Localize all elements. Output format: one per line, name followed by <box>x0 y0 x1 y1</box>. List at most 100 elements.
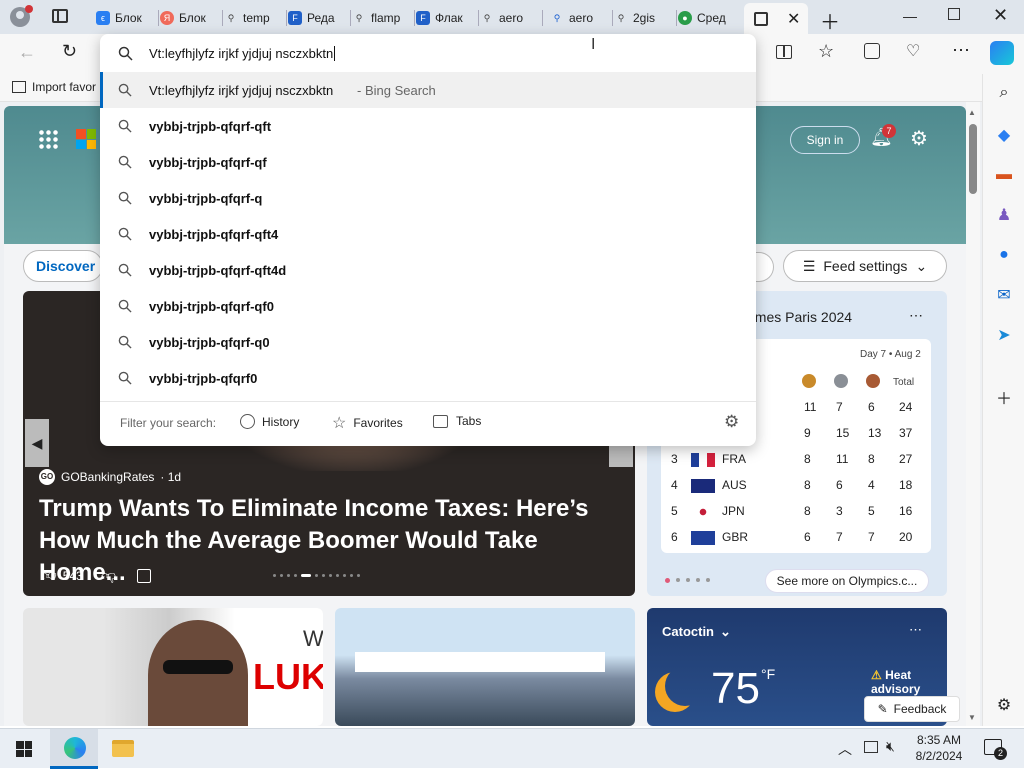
hide-story-icon[interactable] <box>137 569 151 583</box>
medal-row[interactable]: 6 GBR 6 7 7 20 <box>647 524 947 550</box>
tab[interactable]: Я Блок <box>160 6 220 30</box>
notification-badge: 7 <box>882 124 896 138</box>
sidebar-settings-icon[interactable]: ⚙ <box>993 694 1015 716</box>
copilot-icon[interactable] <box>990 41 1014 65</box>
filter-history[interactable]: History <box>240 414 299 429</box>
collections-icon[interactable] <box>864 43 880 59</box>
apps-grid-icon[interactable] <box>38 129 58 149</box>
profile-avatar[interactable] <box>10 5 33 27</box>
suggestion-item[interactable]: vybbj-trjpb-qfqrf-qf <box>100 144 756 180</box>
suggestion-item[interactable]: vybbj-trjpb-qfqrf-qf0 <box>100 288 756 324</box>
medal-b: 4 <box>868 478 875 492</box>
suggestion-item[interactable]: vybbj-trjpb-qfqrf-q <box>100 180 756 216</box>
tab-label: temp <box>243 11 270 25</box>
sign-in-button[interactable]: Sign in <box>790 126 860 154</box>
microsoft365-icon[interactable]: ● <box>993 244 1015 266</box>
favorites-icon[interactable]: ☆ <box>818 41 834 62</box>
volume-muted-icon[interactable]: 🔇︎ <box>886 738 895 755</box>
suggestion-item[interactable]: vybbj-trjpb-qfqrf-q0 <box>100 324 756 360</box>
more-options-icon[interactable]: ⋯ <box>909 622 922 638</box>
suggestion-item[interactable]: vybbj-trjpb-qfqrf-qft4d <box>100 252 756 288</box>
clock[interactable]: 8:35 AM 8/2/2024 <box>912 732 966 764</box>
clock-date: 8/2/2024 <box>915 749 963 763</box>
dislike-icon[interactable]: 👎︎ <box>101 567 116 585</box>
medal-row[interactable]: 5 JPN 8 3 5 16 <box>647 498 947 524</box>
see-more-olympics-button[interactable]: See more on Olympics.c... <box>765 569 929 593</box>
omnibox-input-row[interactable]: Vt:leyfhjlyfz irjkf yjdjuj nsczxbktn I <box>100 34 756 72</box>
suggestion-item[interactable]: vybbj-trjpb-qfqrf0 <box>100 360 756 396</box>
feed-settings-button[interactable]: ☰ Feed settings ⌄ <box>783 250 947 282</box>
tab[interactable]: F Флак <box>416 6 476 30</box>
close-tab-icon[interactable]: ✕ <box>787 9 800 29</box>
omnibox-text[interactable]: Vt:leyfhjlyfz irjkf yjdjuj nsczxbktn <box>149 46 336 61</box>
games-icon[interactable]: ♟ <box>993 204 1015 226</box>
notifications-count-badge: 2 <box>994 747 1007 760</box>
network-icon[interactable] <box>864 741 878 753</box>
filter-favorites[interactable]: ☆ Favorites <box>332 413 403 433</box>
suggestion-item[interactable]: vybbj-trjpb-qfqrf-qft4 <box>100 216 756 252</box>
feedback-icon: ✎ <box>877 702 888 716</box>
refresh-icon[interactable]: ↻ <box>62 41 77 62</box>
back-icon[interactable]: ← <box>18 42 36 63</box>
news-card-1[interactable]: W LUKI <box>23 608 323 726</box>
weather-location[interactable]: Catoctin ⌄ <box>662 624 731 640</box>
tab-active[interactable]: ✕ <box>744 3 808 34</box>
medal-country: AUS <box>722 478 747 492</box>
venue-tent <box>355 652 605 672</box>
news-card-2[interactable] <box>335 608 635 726</box>
feedback-button[interactable]: ✎ Feedback <box>864 696 960 722</box>
tab-actions-icon[interactable] <box>52 9 68 23</box>
shopping-tag-icon[interactable]: ◆ <box>993 124 1015 146</box>
tab[interactable]: ⚲ aero <box>550 6 610 30</box>
medal-g: 9 <box>804 426 811 440</box>
import-favorites[interactable]: Import favor <box>12 80 96 94</box>
heat-alert[interactable]: ⚠ Heat advisory <box>871 668 931 698</box>
file-explorer-icon[interactable] <box>112 740 134 757</box>
new-tab-button[interactable]: ＋ <box>820 6 840 35</box>
tab[interactable]: ● Сред <box>678 6 738 30</box>
like-button[interactable]: 👍︎ 543 <box>41 567 83 585</box>
telegram-icon[interactable]: ➤ <box>993 324 1015 346</box>
medal-row[interactable]: 4 AUS 8 6 4 18 <box>647 472 947 498</box>
more-options-icon[interactable]: ⋯ <box>909 307 923 324</box>
suggestion-item[interactable]: vybbj-trjpb-qfqrf-qft <box>100 108 756 144</box>
suggestion-top[interactable]: Vt:leyfhjlyfz irjkf yjdjuj nsczxbktn - B… <box>100 72 756 108</box>
outlook-icon[interactable]: ✉ <box>993 284 1015 306</box>
tab[interactable]: ⚲ temp <box>224 6 284 30</box>
edge-taskbar-icon[interactable] <box>50 729 98 769</box>
split-screen-icon[interactable] <box>776 45 792 59</box>
scroll-up-arrow[interactable]: ▲ <box>968 108 976 117</box>
chevron-down-icon: ⌄ <box>915 257 928 274</box>
system-tray-chevron-icon[interactable]: ︿ <box>838 739 852 759</box>
settings-gear-icon[interactable]: ⚙ <box>910 126 928 151</box>
suggestion-top-text: Vt:leyfhjlyfz irjkf yjdjuj nsczxbktn <box>149 83 334 98</box>
minimize-button[interactable]: — <box>903 8 917 24</box>
medal-b: 13 <box>868 426 882 440</box>
medal-row[interactable]: 3 FRA 8 11 8 27 <box>647 446 947 472</box>
text-cursor-icon: I <box>591 36 596 53</box>
tab-separator <box>158 10 159 26</box>
page-scrollbar[interactable]: ▲ ▼ <box>966 102 980 726</box>
start-button-icon[interactable] <box>16 741 32 757</box>
tab[interactable]: ⚲ flamp <box>352 6 412 30</box>
search-icon[interactable]: ⌕ <box>993 82 1015 104</box>
scroll-thumb[interactable] <box>969 124 977 194</box>
tab[interactable]: ⚲ 2gis <box>614 6 674 30</box>
tab[interactable]: ⚲ aero <box>480 6 540 30</box>
discover-tab[interactable]: Discover <box>23 250 103 282</box>
prev-arrow-button[interactable]: ◀ <box>25 419 49 467</box>
filter-tabs[interactable]: Tabs <box>433 414 481 428</box>
window-close-button[interactable]: ✕ <box>993 5 1008 26</box>
add-sidebar-app-icon[interactable]: ＋ <box>993 386 1015 408</box>
medal-country: GBR <box>722 530 749 544</box>
search-favicon-icon: ⚲ <box>483 12 491 23</box>
search-icon <box>118 155 132 169</box>
maximize-button[interactable] <box>948 8 960 20</box>
tab[interactable]: F Реда <box>288 6 348 30</box>
more-icon[interactable]: ⋯ <box>952 40 970 61</box>
dropdown-settings-icon[interactable]: ⚙ <box>724 412 739 432</box>
scroll-down-arrow[interactable]: ▼ <box>968 713 976 722</box>
tab[interactable]: ϵ Блок <box>96 6 156 30</box>
tools-briefcase-icon[interactable]: ▬ <box>993 164 1015 186</box>
browser-essentials-icon[interactable]: ♡ <box>906 41 920 61</box>
